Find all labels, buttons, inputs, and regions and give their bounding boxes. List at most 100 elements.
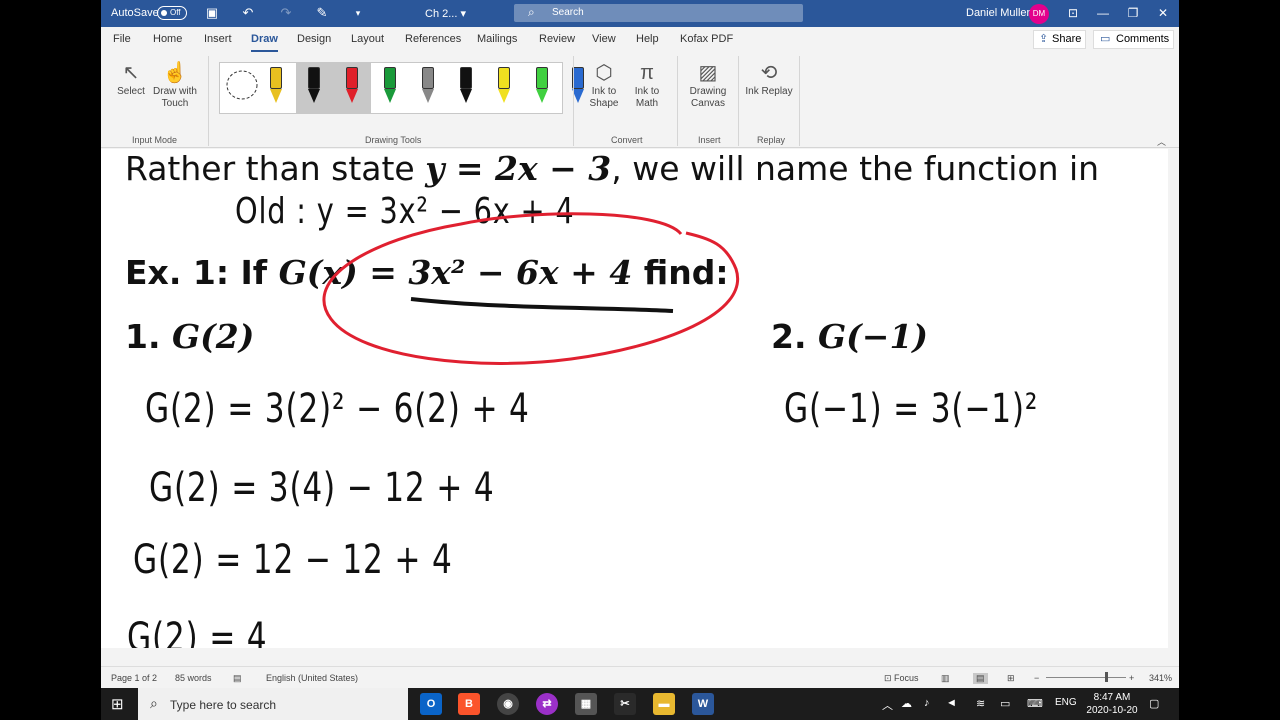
print-layout-icon[interactable]: ▤: [973, 673, 988, 684]
show-hidden-icons[interactable]: ︿: [882, 697, 893, 713]
search-placeholder: Search: [552, 7, 584, 18]
lasso-icon: [226, 70, 258, 100]
ink-replay-button[interactable]: ⟲ Ink Replay: [745, 60, 793, 98]
undo-icon[interactable]: ↶: [239, 4, 257, 22]
ink-underline: [410, 297, 674, 313]
select-button[interactable]: ↖ Select: [107, 60, 155, 98]
tab-references[interactable]: References: [405, 33, 461, 45]
draw-tool-icon[interactable]: ✎: [313, 4, 331, 22]
lasso-select-icon[interactable]: [224, 65, 260, 111]
redo-icon[interactable]: ↷: [277, 4, 295, 22]
tab-help[interactable]: Help: [636, 33, 659, 45]
focus-mode-button[interactable]: ⊡ Focus: [884, 673, 919, 684]
avatar[interactable]: DM: [1029, 4, 1049, 24]
cursor-icon: ↖: [122, 62, 140, 84]
volume-icon[interactable]: ◄: [946, 697, 957, 709]
ribbon-separator: [208, 56, 209, 146]
autosave-label: AutoSave: [111, 7, 159, 19]
share-button[interactable]: ⇪ Share: [1033, 30, 1086, 49]
ink-work-problem-2: G(−1) = 3(−1)²: [784, 386, 1039, 432]
tab-insert[interactable]: Insert: [204, 33, 232, 45]
input-language[interactable]: ENG: [1055, 697, 1077, 708]
minimize-icon[interactable]: —: [1089, 3, 1117, 23]
replay-icon: ⟲: [760, 62, 778, 84]
media-app-icon[interactable]: ◉: [497, 693, 519, 715]
web-layout-icon[interactable]: ⊞: [1007, 673, 1015, 684]
pen-body: [346, 67, 358, 89]
wifi-icon[interactable]: ≋: [976, 697, 985, 710]
tab-kofax-pdf[interactable]: Kofax PDF: [680, 33, 733, 45]
drawing-canvas-button[interactable]: ▨ Drawing Canvas: [684, 60, 732, 110]
zoom-out-icon[interactable]: −: [1034, 673, 1039, 683]
language-indicator[interactable]: English (United States): [266, 673, 358, 683]
zoom-slider-thumb[interactable]: [1105, 672, 1108, 682]
pen-tip: [270, 89, 282, 103]
file-explorer-icon[interactable]: ▬: [653, 693, 675, 715]
tab-mailings[interactable]: Mailings: [477, 33, 517, 45]
ink-old-equation: Old : y = 3x² − 6x + 4: [235, 191, 575, 232]
close-icon[interactable]: ✕: [1149, 3, 1177, 23]
clock-time: 8:47 AM: [1093, 692, 1131, 703]
pen-red[interactable]: [340, 65, 364, 111]
pen-black-fine[interactable]: [454, 65, 478, 111]
outlook-icon[interactable]: O: [420, 693, 442, 715]
highlighter-yellow[interactable]: [492, 65, 516, 111]
customize-qat-icon[interactable]: ▾: [349, 4, 367, 22]
battery-icon[interactable]: ▭: [1000, 697, 1010, 710]
calculator-icon[interactable]: ▦: [575, 693, 597, 715]
keyboard-icon[interactable]: ⌨: [1027, 697, 1043, 710]
search-icon: ⌕: [528, 5, 535, 19]
restore-icon[interactable]: ❐: [1119, 3, 1147, 23]
notifications-icon[interactable]: ▢: [1149, 697, 1159, 710]
zoom-slider[interactable]: [1046, 677, 1126, 678]
clock[interactable]: 8:47 AM 2020-10-20: [1082, 691, 1142, 717]
ribbon-display-icon[interactable]: ⊡: [1059, 3, 1087, 23]
pen-body: [384, 67, 396, 89]
zoom-in-icon[interactable]: +: [1129, 673, 1134, 683]
pen-gray[interactable]: [416, 65, 440, 111]
word-count[interactable]: 85 words: [175, 673, 212, 683]
document-title[interactable]: Ch 2... ▾: [425, 7, 466, 20]
save-icon[interactable]: ▣: [203, 4, 221, 22]
group-input-mode: Input Mode: [132, 135, 178, 145]
user-name[interactable]: Daniel Muller: [966, 7, 1030, 19]
tab-home[interactable]: Home: [153, 33, 182, 45]
tab-view[interactable]: View: [592, 33, 616, 45]
proofing-icon[interactable]: ▤: [233, 673, 242, 684]
taskbar-search[interactable]: ⌕ Type here to search: [138, 688, 408, 720]
ink-to-shape-button[interactable]: ⬡ Ink to Shape: [580, 60, 628, 110]
tab-layout[interactable]: Layout: [351, 33, 384, 45]
microphone-icon[interactable]: ♪: [924, 697, 930, 709]
highlighter-green[interactable]: [530, 65, 554, 111]
word-icon[interactable]: W: [692, 693, 714, 715]
search-box[interactable]: ⌕ Search: [514, 4, 803, 22]
brave-browser-icon[interactable]: B: [458, 693, 480, 715]
pen-tip: [536, 89, 548, 103]
focus-icon: ⊡: [884, 673, 895, 683]
page-count[interactable]: Page 1 of 2: [111, 673, 157, 683]
document-canvas[interactable]: Rather than state y = 2x − 3, we will na…: [101, 149, 1168, 648]
vertical-scrollbar[interactable]: [1168, 149, 1179, 648]
onedrive-icon[interactable]: ☁: [901, 697, 912, 710]
drawing-canvas-icon: ▨: [698, 62, 718, 84]
tab-file[interactable]: File: [113, 33, 131, 45]
comments-button[interactable]: ▭ Comments: [1093, 30, 1174, 49]
windows-start-icon[interactable]: ⊞: [111, 695, 124, 713]
draw-with-touch-button[interactable]: ☝ Draw with Touch: [151, 60, 199, 110]
pen-tip: [498, 89, 510, 103]
ink-to-shape-icon: ⬡: [595, 62, 613, 84]
autosave-toggle[interactable]: Off: [157, 6, 187, 20]
app-icon[interactable]: ⇄: [536, 693, 558, 715]
ink-work-row-1: G(2) = 3(2)² − 6(2) + 4: [145, 386, 530, 432]
tab-draw[interactable]: Draw: [251, 33, 278, 52]
snipping-tool-icon[interactable]: ✂: [614, 693, 636, 715]
tab-design[interactable]: Design: [297, 33, 331, 45]
read-mode-icon[interactable]: ▥: [941, 673, 950, 684]
pen-green[interactable]: [378, 65, 402, 111]
zoom-level[interactable]: 341%: [1149, 673, 1172, 683]
collapse-ribbon-icon[interactable]: ︿: [1157, 135, 1166, 148]
pen-black[interactable]: [302, 65, 326, 111]
ink-to-math-button[interactable]: π Ink to Math: [623, 60, 671, 110]
tab-review[interactable]: Review: [539, 33, 575, 45]
pen-yellow-pencil[interactable]: [264, 65, 288, 111]
